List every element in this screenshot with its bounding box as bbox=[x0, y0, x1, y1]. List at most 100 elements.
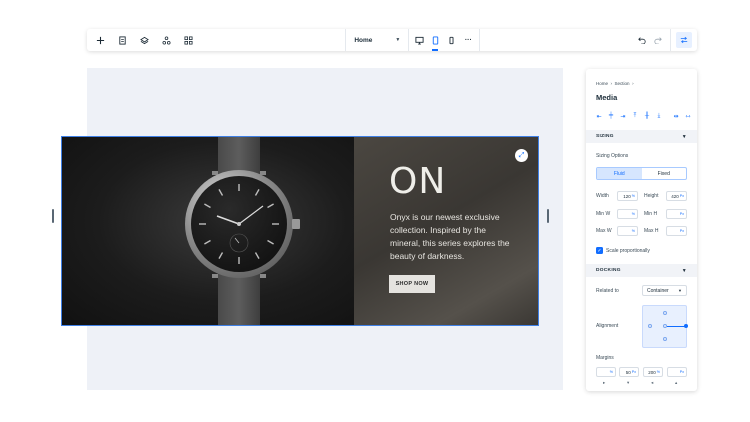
expand-icon[interactable]: ⤢ bbox=[515, 149, 528, 162]
inspector-toggle-icon[interactable] bbox=[676, 32, 692, 48]
hero-title[interactable]: ON bbox=[389, 161, 446, 202]
sizing-section-header[interactable]: SIZING ▼ bbox=[586, 130, 697, 143]
height-input[interactable]: 420 Px bbox=[666, 191, 687, 201]
margin-left-unit[interactable]: % bbox=[610, 370, 613, 374]
inspector-panel: Home › Section › Media ⇤ ╪ ⇥ ⤒ ╫ ⤓ ⇹ ⇿ S… bbox=[586, 69, 697, 391]
min-height-input[interactable]: Px bbox=[666, 209, 687, 219]
top-toolbar: Home ▼ ··· bbox=[87, 29, 697, 51]
breadcrumb-home[interactable]: Home bbox=[596, 81, 608, 86]
chevron-right-icon: › bbox=[609, 81, 614, 86]
height-unit[interactable]: Px bbox=[680, 194, 684, 198]
sizing-mode-toggle: Fluid Fixed bbox=[596, 167, 687, 180]
max-height-unit[interactable]: Px bbox=[680, 229, 684, 233]
watch-case bbox=[185, 170, 293, 278]
breadcrumb-section[interactable]: Section bbox=[615, 81, 630, 86]
pages-icon[interactable] bbox=[111, 29, 133, 51]
align-right-icon[interactable]: ⇥ bbox=[619, 113, 627, 120]
chevron-down-icon: ▼ bbox=[678, 288, 682, 293]
align-left-icon[interactable]: ⇤ bbox=[595, 113, 603, 120]
scale-proportionally-label: Scale proportionally bbox=[606, 248, 650, 254]
margin-top-value: 50 bbox=[625, 369, 631, 375]
watch-lug bbox=[260, 274, 266, 278]
chevron-down-icon: ▼ bbox=[395, 37, 401, 43]
margin-right-unit[interactable]: % bbox=[657, 370, 660, 374]
distribute-h-icon[interactable]: ⇹ bbox=[672, 113, 680, 120]
max-width-label: Max W bbox=[596, 228, 612, 234]
watch-image[interactable] bbox=[62, 137, 354, 325]
width-unit[interactable]: % bbox=[632, 194, 635, 198]
hero-description[interactable]: Onyx is our newest exclusive collection.… bbox=[390, 211, 510, 263]
align-bottom-icon[interactable]: ⤓ bbox=[655, 113, 663, 120]
min-width-input[interactable]: % bbox=[617, 209, 638, 219]
add-tools-group bbox=[87, 29, 199, 51]
collapse-caret-icon: ▼ bbox=[681, 267, 687, 274]
docking-alignment-control[interactable] bbox=[642, 305, 688, 348]
margin-left-input[interactable]: % bbox=[596, 367, 616, 377]
dock-bottom-dot[interactable] bbox=[663, 337, 667, 341]
align-middle-icon[interactable]: ╫ bbox=[643, 113, 651, 120]
selected-section[interactable]: ON Onyx is our newest exclusive collecti… bbox=[61, 136, 539, 326]
mobile-icon[interactable] bbox=[443, 29, 459, 51]
page-select[interactable]: Home ▼ bbox=[346, 29, 408, 51]
min-height-label: Min H bbox=[644, 211, 658, 217]
sizing-options-label: Sizing Options bbox=[596, 153, 629, 159]
tablet-icon[interactable] bbox=[427, 29, 443, 51]
max-width-unit[interactable]: % bbox=[632, 229, 635, 233]
min-width-unit[interactable]: % bbox=[632, 212, 635, 216]
dock-left-dot[interactable] bbox=[648, 324, 652, 328]
width-input[interactable]: 120% bbox=[617, 191, 638, 201]
apps-grid-icon[interactable] bbox=[177, 29, 199, 51]
scale-proportionally-checkbox[interactable]: ✓ bbox=[596, 247, 603, 254]
height-value: 420 bbox=[671, 193, 679, 199]
left-resize-handle[interactable] bbox=[52, 209, 54, 223]
docking-section-header[interactable]: DOCKING ▼ bbox=[586, 264, 697, 277]
more-options-icon[interactable]: ··· bbox=[459, 29, 477, 51]
margin-top-unit[interactable]: Px bbox=[632, 370, 636, 374]
right-resize-handle[interactable] bbox=[547, 209, 549, 223]
shop-now-button[interactable]: SHOP NOW bbox=[389, 275, 435, 293]
margin-bottom-input[interactable]: Px bbox=[667, 367, 687, 377]
watch-lug bbox=[212, 274, 218, 278]
width-value: 120 bbox=[623, 193, 631, 199]
min-height-unit[interactable]: Px bbox=[680, 212, 684, 216]
docking-header-label: DOCKING bbox=[596, 268, 621, 273]
margin-bottom-arrow-icon: ▴ bbox=[675, 380, 678, 385]
components-icon[interactable] bbox=[155, 29, 177, 51]
page-select-value: Home bbox=[354, 36, 373, 44]
margin-bottom-unit[interactable]: Px bbox=[680, 370, 684, 374]
max-height-input[interactable]: Px bbox=[666, 226, 687, 236]
watch-dial bbox=[191, 176, 287, 272]
dock-top-dot[interactable] bbox=[663, 311, 667, 315]
watch-crown bbox=[292, 219, 300, 229]
fixed-option[interactable]: Fixed bbox=[642, 168, 687, 179]
align-top-icon[interactable]: ⤒ bbox=[631, 113, 639, 120]
breadcrumb: Home › Section › bbox=[596, 81, 634, 86]
watch-hands-icon bbox=[199, 184, 279, 264]
related-to-value: Container bbox=[647, 287, 669, 294]
fluid-option[interactable]: Fluid bbox=[597, 168, 642, 179]
max-height-label: Max H bbox=[644, 228, 659, 234]
hero-text-panel[interactable]: ON Onyx is our newest exclusive collecti… bbox=[354, 137, 538, 325]
layers-icon[interactable] bbox=[133, 29, 155, 51]
margin-right-arrow-icon: ◂ bbox=[651, 380, 654, 385]
inspector-title: Media bbox=[596, 93, 618, 102]
margin-top-input[interactable]: 50 Px bbox=[619, 367, 639, 377]
margin-right-input[interactable]: 200% bbox=[643, 367, 663, 377]
dock-right-dot[interactable] bbox=[684, 324, 688, 328]
align-center-h-icon[interactable]: ╪ bbox=[607, 113, 615, 120]
margin-right-value: 200 bbox=[648, 369, 656, 375]
sizing-header-label: SIZING bbox=[596, 134, 614, 139]
redo-icon[interactable] bbox=[650, 29, 666, 51]
related-to-dropdown[interactable]: Container ▼ bbox=[642, 285, 687, 296]
alignment-toolbar: ⇤ ╪ ⇥ ⤒ ╫ ⤓ ⇹ ⇿ bbox=[595, 113, 692, 120]
width-label: Width bbox=[596, 193, 609, 199]
collapse-caret-icon: ▼ bbox=[681, 133, 687, 140]
max-width-input[interactable]: % bbox=[617, 226, 638, 236]
desktop-icon[interactable] bbox=[411, 29, 427, 51]
min-width-label: Min W bbox=[596, 211, 611, 217]
add-icon[interactable] bbox=[89, 29, 111, 51]
distribute-v-icon[interactable]: ⇿ bbox=[684, 113, 692, 120]
toolbar-divider bbox=[670, 29, 671, 51]
undo-icon[interactable] bbox=[634, 29, 650, 51]
device-switcher: ··· bbox=[409, 29, 479, 51]
